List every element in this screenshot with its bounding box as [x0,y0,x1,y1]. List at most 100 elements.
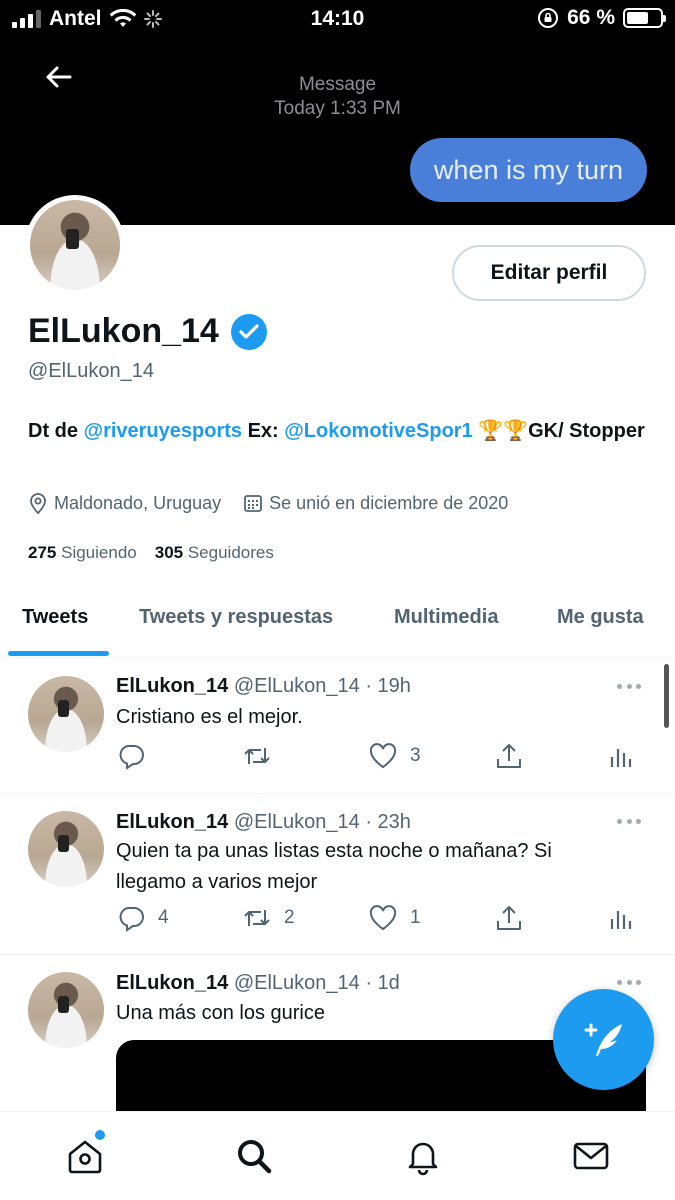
profile-meta: Maldonado, Uruguay Se unió en diciembre … [28,492,508,514]
mail-icon [573,1142,609,1170]
more-options-icon[interactable] [617,980,641,988]
following-count: 275 [28,543,57,562]
bell-icon [408,1142,438,1176]
tweet-author-name[interactable]: ElLukon_14 [116,972,228,994]
location-text: Maldonado, Uruguay [54,492,222,513]
status-bar: Antel 14:10 66 % [0,0,675,40]
active-tab-indicator [8,651,109,656]
like-button[interactable]: 3 [368,741,421,771]
nav-search[interactable] [232,1134,276,1178]
bio-middle: Ex: [242,420,285,442]
tweet-avatar[interactable] [28,811,104,887]
analytics-button[interactable] [606,741,636,771]
compose-tweet-button[interactable] [553,989,654,1090]
avatar-image [30,200,120,290]
share-icon [497,906,521,930]
reply-button[interactable] [116,741,158,771]
message-label: Message [298,74,377,95]
message-bubble: when is my turn [409,138,647,202]
following-label: Siguiendo [61,543,137,562]
more-options-icon[interactable] [617,684,641,692]
tweet-text: Quien ta pa unas listas esta noche o mañ… [116,840,552,893]
tweet-text: Cristiano es el mejor. [116,706,303,728]
analytics-icon [610,749,632,767]
tweet-header: ElLukon_14 @ElLukon_14 · 19h [116,675,411,698]
tab-media[interactable]: Multimedia [394,606,498,629]
calendar-icon [244,495,263,512]
retweet-count: 2 [284,907,295,928]
retweet-button[interactable] [242,741,284,771]
like-count: 1 [410,907,421,928]
location-item: Maldonado, Uruguay [28,492,221,514]
reply-icon [119,907,144,932]
tweet-avatar[interactable] [28,676,104,752]
retweet-icon [244,748,270,764]
bio-prefix: Dt de [28,420,84,442]
profile-handle: @ElLukon_14 [28,360,154,382]
tab-tweets[interactable]: Tweets [22,606,88,629]
retweet-icon [244,910,270,926]
tweet-item[interactable]: ElLukon_14 @ElLukon_14 · 23h Quien ta pa… [0,794,675,955]
like-count: 3 [410,745,421,766]
joined-item: Se unió en diciembre de 2020 [243,492,508,514]
bio-mention-lokomotive[interactable]: @LokomotiveSpor1 [284,420,472,442]
nav-home[interactable] [63,1134,107,1178]
tweet-handle-time: @ElLukon_14 · 23h [233,811,411,833]
battery-percent: 66 % [567,6,615,29]
reply-icon [119,745,144,770]
tweet-avatar[interactable] [28,972,104,1048]
tweet-handle-time: @ElLukon_14 · 1d [233,972,400,994]
analytics-button[interactable] [606,903,636,933]
battery-icon [623,8,666,28]
home-icon [68,1140,102,1174]
profile-bio: Dt de @riveruyesports Ex: @LokomotiveSpo… [28,416,648,447]
home-notification-dot [95,1130,105,1140]
profile-tabs: Tweets Tweets y respuestas Multimedia Me… [0,590,675,658]
heart-icon [369,743,397,769]
display-name: ElLukon_14 [28,312,267,351]
profile-banner: Message Today 1:33 PM when is my turn [0,40,675,225]
display-name-text: ElLukon_14 [28,312,219,350]
tweet-header: ElLukon_14 @ElLukon_14 · 1d [116,972,400,995]
tweet-header: ElLukon_14 @ElLukon_14 · 23h [116,811,411,834]
share-button[interactable] [494,903,524,933]
bottom-nav [0,1111,675,1200]
like-button[interactable]: 1 [368,903,421,933]
heart-icon [369,905,397,931]
joined-text: Se unió en diciembre de 2020 [269,492,509,513]
analytics-icon [610,911,632,929]
bio-mention-riveruyesports[interactable]: @riveruyesports [84,420,242,442]
edit-profile-button[interactable]: Editar perfil [452,245,646,301]
tweet-handle-time: @ElLukon_14 · 19h [233,675,411,697]
reply-count: 4 [158,907,169,928]
share-icon [497,744,521,768]
orientation-lock-icon [538,8,559,28]
share-button[interactable] [494,741,524,771]
nav-notifications[interactable] [401,1134,445,1178]
status-right: 66 % [537,6,666,30]
retweet-button[interactable]: 2 [242,903,295,933]
verified-badge-icon [230,313,267,350]
tab-likes[interactable]: Me gusta [557,606,644,629]
following-link[interactable]: 275 Siguiendo [28,543,137,563]
tweet-actions: 3 [116,741,636,773]
compose-tweet-icon [584,1023,622,1056]
tweet-actions: 4 2 1 [116,903,636,935]
followers-count: 305 [154,543,184,562]
bio-suffix: 🏆🏆GK/ Stopper [472,420,645,442]
followers-link[interactable]: 305 Seguidores [155,543,274,563]
tweet-author-name[interactable]: ElLukon_14 [116,675,228,697]
scrollbar-thumb[interactable] [664,664,669,728]
location-pin-icon [30,493,46,514]
more-options-icon[interactable] [617,819,641,827]
reply-button[interactable]: 4 [116,903,169,933]
followers-label: Seguidores [187,543,274,562]
tweet-author-name[interactable]: ElLukon_14 [116,811,228,833]
profile-avatar[interactable] [25,195,125,295]
search-icon [238,1140,272,1174]
message-header: Message Today 1:33 PM [0,73,675,121]
tweet-item[interactable]: ElLukon_14 @ElLukon_14 · 19h Cristiano e… [0,659,675,794]
nav-messages[interactable] [569,1134,613,1178]
follow-stats: 275 Siguiendo 305 Seguidores [28,543,274,563]
tab-tweets-replies[interactable]: Tweets y respuestas [139,606,333,629]
